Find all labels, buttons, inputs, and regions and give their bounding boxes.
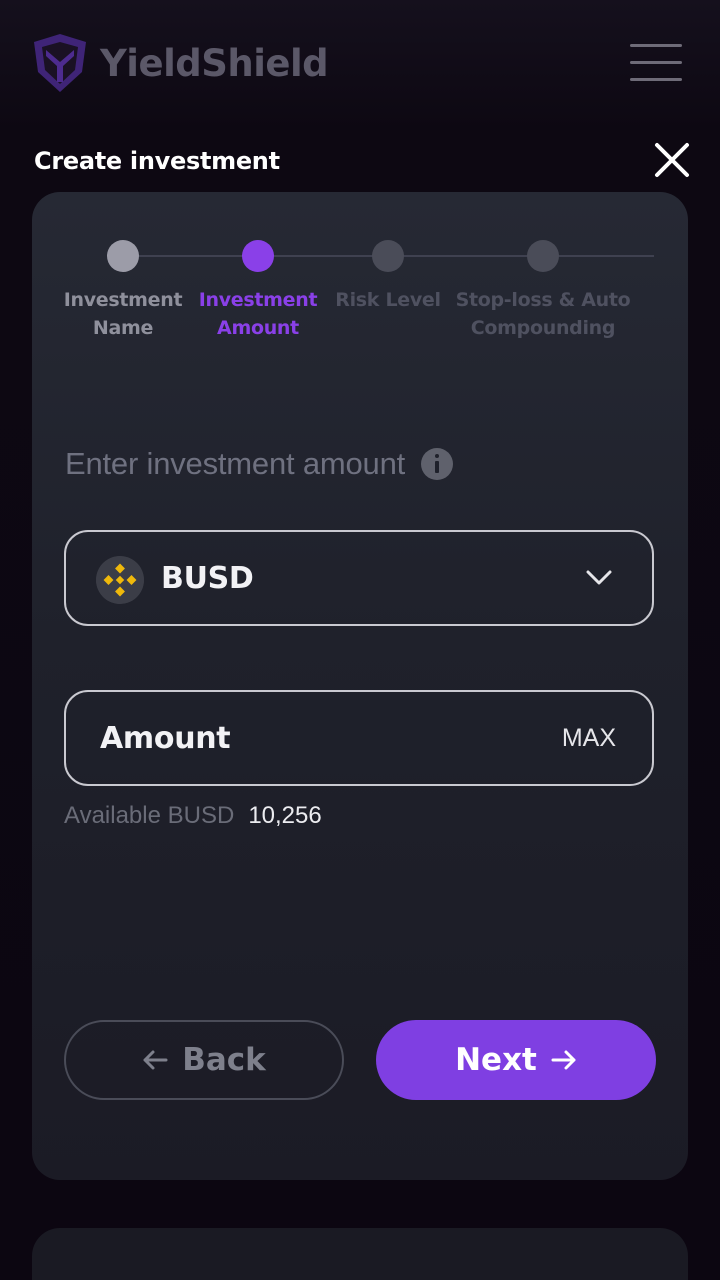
app-name: YieldShield — [100, 41, 329, 85]
available-value: 10,256 — [248, 802, 322, 829]
binance-icon — [96, 556, 144, 604]
step-dot — [107, 240, 139, 272]
amount-field: MAX — [64, 690, 654, 786]
back-button[interactable]: Back — [64, 1020, 344, 1100]
step-label: Risk Level — [335, 289, 441, 311]
info-icon[interactable] — [421, 448, 454, 480]
step-investment-amount[interactable]: Investment Amount — [183, 240, 333, 342]
step-dot — [372, 240, 404, 272]
next-button[interactable]: Next — [376, 1020, 656, 1100]
step-label: Stop-loss & Auto Compounding — [455, 289, 631, 339]
step-label: Investment Name — [63, 289, 183, 339]
step-dot — [242, 240, 274, 272]
max-button[interactable]: MAX — [562, 724, 616, 753]
page: YieldShield Create investment Investment… — [0, 0, 720, 1280]
step-dot — [527, 240, 559, 272]
modal-title: Create investment — [34, 147, 280, 175]
arrow-right-icon — [551, 1050, 576, 1070]
step-risk-level[interactable]: Risk Level — [313, 240, 463, 314]
secondary-card — [32, 1228, 688, 1280]
step-stop-loss[interactable]: Stop-loss & Auto Compounding — [453, 240, 633, 342]
available-balance: Available BUSD 10,256 — [64, 802, 322, 830]
token-select[interactable]: BUSD — [64, 530, 654, 626]
shield-icon — [34, 34, 86, 92]
create-investment-card: Investment Name Investment Amount Risk L… — [32, 192, 688, 1180]
token-symbol: BUSD — [161, 561, 254, 596]
amount-input[interactable] — [100, 718, 500, 758]
progress-stepper: Investment Name Investment Amount Risk L… — [32, 240, 688, 350]
amount-prompt: Enter investment amount — [65, 446, 454, 482]
close-icon[interactable] — [652, 140, 692, 180]
next-label: Next — [455, 1042, 537, 1078]
arrow-left-icon — [143, 1050, 168, 1070]
back-label: Back — [182, 1042, 266, 1078]
chevron-down-icon — [586, 570, 612, 585]
logo[interactable]: YieldShield — [32, 32, 329, 94]
step-investment-name[interactable]: Investment Name — [48, 240, 198, 342]
app-header: YieldShield — [0, 0, 720, 130]
hamburger-menu-icon[interactable] — [630, 44, 682, 84]
step-label: Investment Amount — [198, 289, 318, 339]
available-label: Available BUSD — [64, 802, 235, 829]
prompt-text: Enter investment amount — [65, 446, 406, 481]
